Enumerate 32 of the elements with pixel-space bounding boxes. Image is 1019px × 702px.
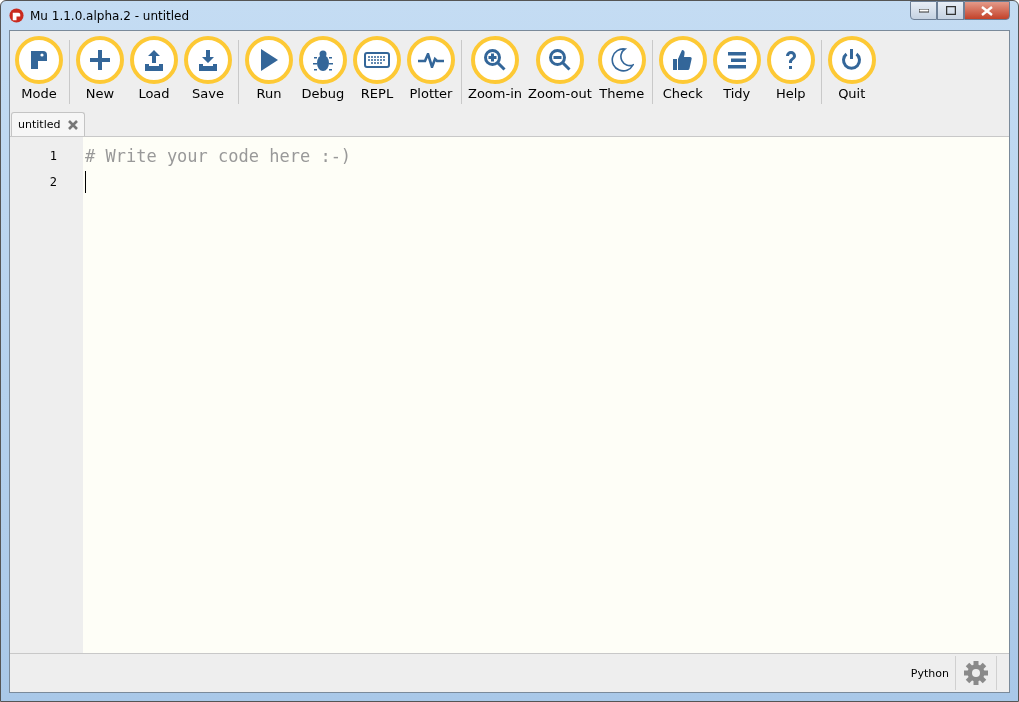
text-cursor bbox=[85, 171, 86, 193]
window-title: Mu 1.1.0.alpha.2 - untitled bbox=[30, 8, 190, 23]
pulse-icon bbox=[418, 52, 444, 68]
maximize-icon bbox=[945, 6, 956, 15]
code-comment: # Write your code here :-) bbox=[85, 146, 352, 166]
close-button[interactable] bbox=[964, 1, 1010, 20]
upload-icon bbox=[145, 49, 163, 71]
power-icon bbox=[840, 48, 864, 72]
line-number: 1 bbox=[49, 149, 57, 163]
minimize-icon bbox=[918, 8, 929, 13]
bug-icon bbox=[313, 49, 333, 71]
line-number: 2 bbox=[49, 175, 57, 189]
toolbar-button[interactable]: Zoom-in bbox=[465, 36, 526, 112]
plus-icon bbox=[90, 50, 110, 70]
app-logo-icon bbox=[9, 8, 24, 23]
thumbs-up-icon bbox=[673, 49, 693, 71]
close-icon bbox=[981, 5, 993, 16]
python-icon bbox=[31, 51, 47, 69]
mode-label: Python bbox=[909, 666, 950, 680]
play-icon bbox=[260, 49, 278, 71]
download-icon bbox=[199, 49, 217, 71]
toolbar-button[interactable]: Zoom-out bbox=[525, 36, 595, 112]
settings-button[interactable] bbox=[955, 656, 997, 690]
file-tab[interactable]: untitled bbox=[11, 112, 86, 136]
close-tab-icon[interactable] bbox=[68, 119, 79, 130]
maximize-button[interactable] bbox=[937, 1, 964, 20]
keyboard-icon bbox=[364, 52, 390, 68]
moon-icon bbox=[609, 48, 634, 72]
question-icon bbox=[785, 51, 796, 69]
lines-icon bbox=[727, 51, 746, 69]
zoom-out-icon bbox=[548, 49, 571, 71]
zoom-in-icon bbox=[484, 49, 506, 71]
